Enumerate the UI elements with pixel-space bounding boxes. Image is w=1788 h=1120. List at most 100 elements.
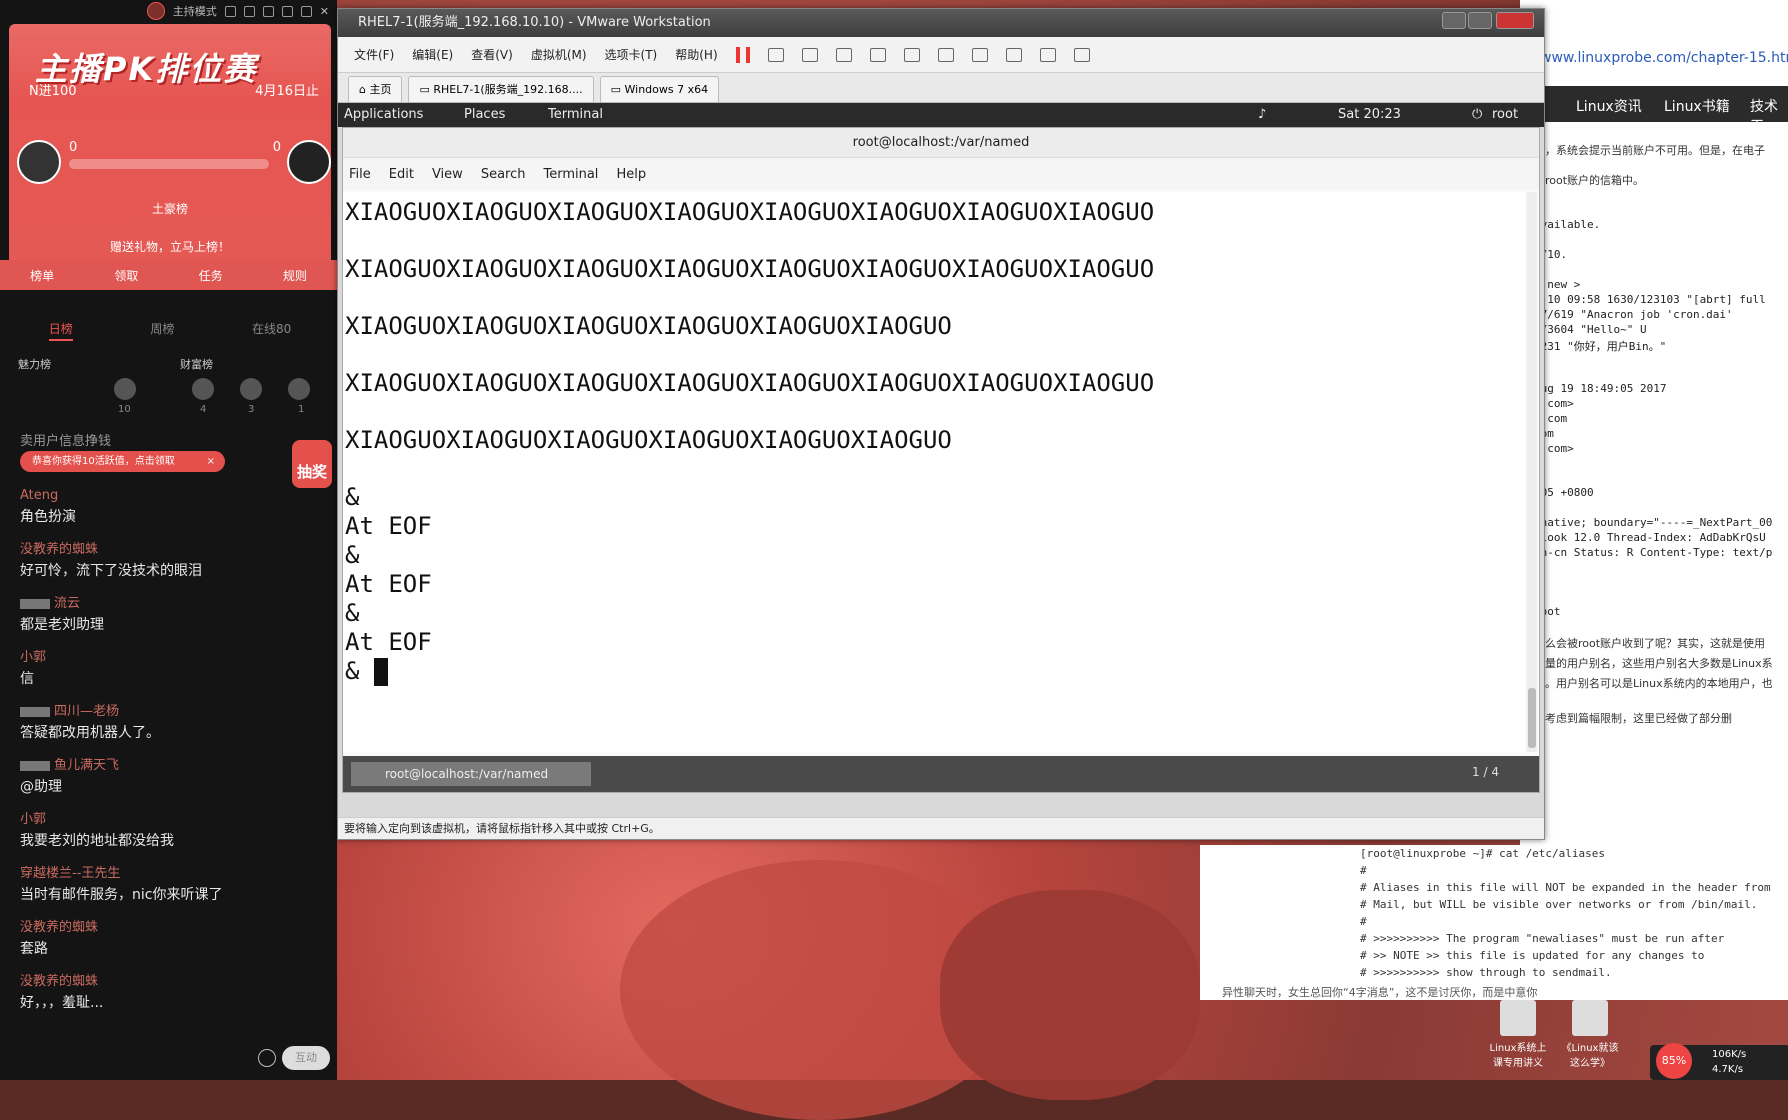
terminal-line: XIAOGUOXIAOGUOXIAOGUOXIAOGUOXIAOGUOXIAOG… bbox=[345, 369, 1155, 397]
menu-file[interactable]: 文件(F) bbox=[354, 46, 394, 63]
avatar[interactable] bbox=[114, 378, 136, 400]
tab-claim[interactable]: 领取 bbox=[114, 267, 138, 284]
stretch-icon[interactable] bbox=[1073, 47, 1090, 62]
library-icon[interactable] bbox=[903, 47, 920, 62]
emoji-icon[interactable] bbox=[258, 1049, 276, 1067]
chat-username[interactable]: 没教养的蜘蛛 bbox=[20, 538, 320, 557]
menu-icon[interactable] bbox=[262, 5, 274, 17]
avatar[interactable] bbox=[288, 378, 310, 400]
avatar[interactable] bbox=[192, 378, 214, 400]
close-icon[interactable]: × bbox=[207, 451, 215, 472]
menu-view[interactable]: 查看(V) bbox=[471, 46, 513, 63]
workspace-indicator[interactable]: 1 / 4 bbox=[1472, 765, 1499, 779]
desktop-icon[interactable]: Linux系统上课专用讲义 bbox=[1488, 1000, 1548, 1069]
fullscreen-icon[interactable] bbox=[971, 47, 988, 62]
chat-username[interactable]: 小郭 bbox=[20, 808, 320, 827]
gnome-user-menu[interactable]: root bbox=[1492, 107, 1518, 122]
close-icon[interactable]: ✕ bbox=[320, 5, 329, 18]
tab-windows7[interactable]: ▭ Windows 7 x64 bbox=[599, 76, 720, 102]
menu-tabs[interactable]: 选项卡(T) bbox=[605, 46, 658, 63]
snapshot-manager-icon[interactable] bbox=[869, 47, 886, 62]
terminal-line: & bbox=[345, 483, 360, 511]
lottery-button[interactable]: 抽奖 bbox=[292, 440, 332, 488]
pause-icon[interactable] bbox=[735, 46, 750, 63]
article-line: 17/619 "Anacron job 'cron.dai' bbox=[1534, 308, 1733, 321]
terminal-prompt-line: & bbox=[345, 657, 388, 686]
tab-tasks[interactable]: 任务 bbox=[199, 267, 223, 284]
maximize-button[interactable] bbox=[1468, 12, 1492, 29]
chat-username[interactable]: 鱼儿满天飞 bbox=[20, 754, 320, 773]
network-speed-widget[interactable]: 85% 106K/s 4.7K/s bbox=[1650, 1043, 1788, 1080]
chat-username[interactable]: 穿越楼兰--王先生 bbox=[20, 862, 320, 881]
tab-online[interactable]: 在线80 bbox=[252, 320, 291, 341]
menu-help[interactable]: Help bbox=[616, 167, 646, 182]
chat-text: 都是老刘助理 bbox=[20, 617, 104, 633]
unity-icon[interactable] bbox=[1005, 47, 1022, 62]
settings-icon[interactable] bbox=[224, 5, 236, 17]
text-line: # >> NOTE >> this file is updated for an… bbox=[1360, 949, 1705, 962]
gnome-clock[interactable]: Sat 20:23 bbox=[1338, 107, 1401, 122]
revert-icon[interactable] bbox=[835, 47, 852, 62]
snapshot-icon[interactable] bbox=[801, 47, 818, 62]
pdf-icon bbox=[1572, 1000, 1608, 1036]
power-icon[interactable]: ⏻ bbox=[1472, 107, 1482, 122]
chat-username[interactable]: 没教养的蜘蛛 bbox=[20, 970, 320, 989]
menu-file[interactable]: File bbox=[349, 167, 371, 182]
desktop-icon[interactable]: 《Linux就该这么学》 bbox=[1560, 1000, 1620, 1069]
aliases-text-panel: [root@linuxprobe ~]# cat /etc/aliases # … bbox=[1200, 845, 1788, 1000]
chat-username[interactable]: Ateng bbox=[20, 488, 320, 503]
console-icon[interactable] bbox=[1039, 47, 1056, 62]
minimize-button[interactable] bbox=[1442, 12, 1466, 29]
chat-username[interactable]: 四川—老杨 bbox=[20, 700, 320, 719]
gnome-applications-menu[interactable]: Applications bbox=[344, 107, 423, 122]
terminal-scrollbar[interactable] bbox=[1527, 192, 1537, 752]
menu-terminal[interactable]: Terminal bbox=[543, 167, 598, 182]
headline-caption[interactable]: 异性聊天时，女生总回你“4字消息”，这不是讨厌你，而是中意你 bbox=[1222, 984, 1537, 1000]
terminal-output[interactable]: XIAOGUOXIAOGUOXIAOGUOXIAOGUOXIAOGUOXIAOG… bbox=[343, 192, 1525, 752]
host-mode-label[interactable]: 主持模式 bbox=[173, 3, 217, 19]
tab-daily[interactable]: 日榜 bbox=[48, 320, 73, 341]
taskbar-terminal-item[interactable]: root@localhost:/var/named bbox=[351, 762, 591, 786]
menu-edit[interactable]: 编辑(E) bbox=[412, 46, 453, 63]
tab-ranking[interactable]: 榜单 bbox=[30, 267, 54, 284]
send-keys-icon[interactable] bbox=[767, 47, 784, 62]
tab-rules[interactable]: 规则 bbox=[283, 267, 307, 284]
volume-icon[interactable]: ♪ bbox=[1258, 107, 1266, 122]
tab-weekly[interactable]: 周榜 bbox=[150, 320, 174, 341]
window-titlebar[interactable]: RHEL7-1(服务端_192.168.10.10) - VMware Work… bbox=[338, 9, 1544, 37]
menu-edit[interactable]: Edit bbox=[389, 167, 414, 182]
pk-date: 4月16日止 bbox=[255, 84, 319, 99]
terminal-line: At EOF bbox=[345, 570, 432, 598]
chat-username[interactable]: 流云 bbox=[20, 592, 320, 611]
gnome-terminal-app[interactable]: Terminal bbox=[548, 107, 603, 122]
maximize-icon[interactable] bbox=[300, 5, 312, 17]
window-title: RHEL7-1(服务端_192.168.10.10) - VMware Work… bbox=[358, 15, 711, 30]
thumbnail-icon[interactable] bbox=[937, 47, 954, 62]
tab-home[interactable]: ⌂ 主页 bbox=[348, 76, 403, 102]
minimize-icon[interactable] bbox=[281, 5, 293, 17]
avatar[interactable] bbox=[146, 2, 165, 20]
chat-username[interactable]: 没教养的蜘蛛 bbox=[20, 916, 320, 935]
nav-item[interactable]: 技术干 bbox=[1750, 96, 1788, 136]
nav-item[interactable]: Linux资讯 bbox=[1576, 96, 1642, 116]
chat-text: 当时有邮件服务，nic你来听课了 bbox=[20, 887, 223, 903]
pk-banner[interactable]: 主播PK排位赛 N进100 4月16日止 0 0 土豪榜 赠送礼物，立马上榜！ bbox=[9, 24, 331, 282]
menu-vm[interactable]: 虚拟机(M) bbox=[531, 46, 587, 63]
share-icon[interactable] bbox=[243, 5, 255, 17]
tab-label: RHEL7-1(服务端_192.168.... bbox=[433, 83, 583, 96]
menu-search[interactable]: Search bbox=[481, 167, 526, 182]
avatar[interactable] bbox=[240, 378, 262, 400]
close-button[interactable] bbox=[1496, 12, 1534, 29]
chat-username[interactable]: 小郭 bbox=[20, 646, 320, 665]
browser-url[interactable]: www.linuxprobe.com/chapter-15.html bbox=[1540, 50, 1788, 66]
gnome-places-menu[interactable]: Places bbox=[464, 107, 505, 122]
menu-help[interactable]: 帮助(H) bbox=[675, 46, 717, 63]
reward-notice[interactable]: 恭喜你获得10活跃值，点击领取 × bbox=[20, 451, 225, 472]
scrollbar-thumb[interactable] bbox=[1528, 688, 1536, 748]
chat-input[interactable]: 互动 bbox=[282, 1046, 330, 1070]
vm-icon: ▭ bbox=[610, 83, 625, 96]
menu-view[interactable]: View bbox=[432, 167, 463, 182]
tab-rhel[interactable]: ▭ RHEL7-1(服务端_192.168.... bbox=[408, 76, 594, 102]
nav-item[interactable]: Linux书籍 bbox=[1664, 96, 1730, 116]
pk-score-left: 0 bbox=[69, 140, 78, 155]
